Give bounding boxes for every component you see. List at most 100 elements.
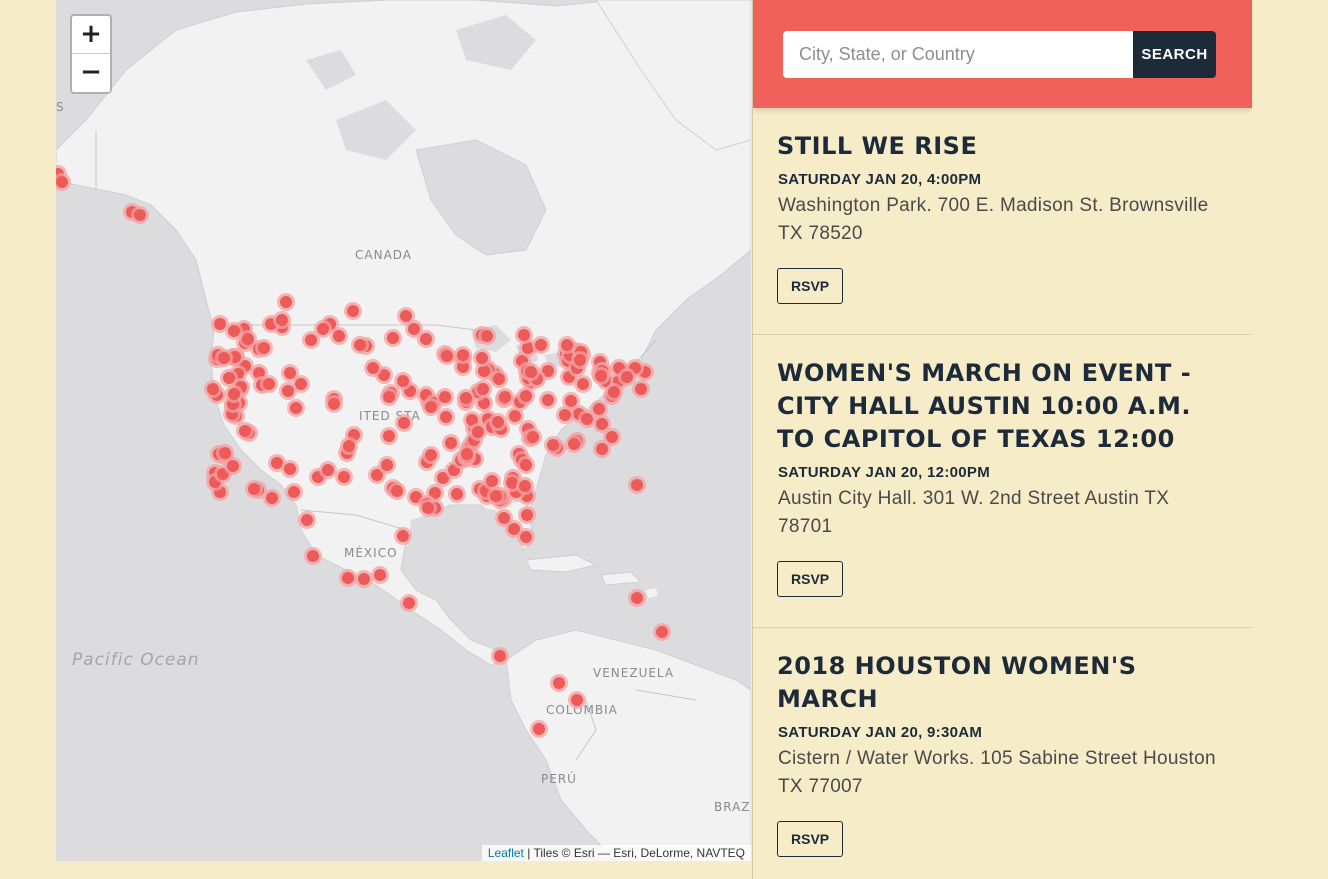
event-marker[interactable] <box>280 296 292 308</box>
event-marker[interactable] <box>343 439 356 452</box>
event-marker[interactable] <box>374 569 386 581</box>
event-marker[interactable] <box>541 393 554 406</box>
event-marker[interactable] <box>542 364 555 377</box>
event-marker[interactable] <box>263 378 275 391</box>
event-marker[interactable] <box>456 360 469 373</box>
event-marker[interactable] <box>460 448 473 461</box>
event-marker[interactable] <box>567 438 580 451</box>
event-marker[interactable] <box>270 456 283 469</box>
event-marker[interactable] <box>456 348 469 361</box>
event-marker[interactable] <box>333 329 345 342</box>
event-marker[interactable] <box>564 394 577 407</box>
event-marker[interactable] <box>656 626 668 638</box>
event-marker[interactable] <box>227 325 240 338</box>
event-marker[interactable] <box>573 354 586 367</box>
event-marker[interactable] <box>419 332 432 345</box>
event-marker[interactable] <box>390 485 403 498</box>
event-marker[interactable] <box>525 365 538 378</box>
search-input[interactable] <box>783 31 1133 78</box>
event-marker[interactable] <box>505 476 518 489</box>
event-marker[interactable] <box>428 486 441 499</box>
rsvp-button[interactable]: RSVP <box>777 268 844 304</box>
rsvp-button[interactable]: RSVP <box>777 561 844 597</box>
event-marker[interactable] <box>403 597 415 609</box>
event-marker[interactable] <box>444 437 457 450</box>
event-marker[interactable] <box>498 391 511 404</box>
event-marker[interactable] <box>404 385 417 398</box>
event-marker[interactable] <box>227 388 240 401</box>
event-marker[interactable] <box>425 401 438 414</box>
event-marker[interactable] <box>328 398 341 411</box>
event-marker[interactable] <box>213 318 226 330</box>
search-button[interactable]: SEARCH <box>1133 31 1216 78</box>
event-marker[interactable] <box>370 468 383 481</box>
event-marker[interactable] <box>222 372 235 384</box>
event-marker[interactable] <box>553 677 565 689</box>
event-marker[interactable] <box>252 367 265 380</box>
event-marker[interactable] <box>546 438 559 451</box>
event-marker[interactable] <box>283 463 296 476</box>
event-marker[interactable] <box>440 350 453 363</box>
event-marker[interactable] <box>494 650 506 662</box>
event-marker[interactable] <box>347 305 359 317</box>
event-marker[interactable] <box>134 209 146 221</box>
event-marker[interactable] <box>400 310 412 322</box>
event-marker[interactable] <box>439 411 452 424</box>
event-marker[interactable] <box>281 384 294 397</box>
event-marker[interactable] <box>216 468 229 481</box>
event-marker[interactable] <box>396 375 409 388</box>
event-marker[interactable] <box>485 475 498 488</box>
event-marker[interactable] <box>518 479 531 492</box>
event-marker[interactable] <box>382 430 395 443</box>
event-marker[interactable] <box>595 443 608 456</box>
event-marker[interactable] <box>558 409 571 422</box>
event-marker[interactable] <box>367 361 380 374</box>
event-marker[interactable] <box>631 479 643 491</box>
event-marker[interactable] <box>520 390 532 403</box>
event-marker[interactable] <box>383 390 396 403</box>
event-marker[interactable] <box>526 430 539 443</box>
event-marker[interactable] <box>535 339 548 352</box>
event-marker[interactable] <box>607 385 620 398</box>
event-marker[interactable] <box>424 449 437 461</box>
event-marker[interactable] <box>581 413 594 426</box>
event-title[interactable]: WOMEN'S MARCH ON EVENT - CITY HALL AUSTI… <box>777 357 1228 456</box>
leaflet-link[interactable]: Leaflet <box>488 846 524 860</box>
event-marker[interactable] <box>337 470 350 483</box>
event-marker[interactable] <box>508 523 521 536</box>
event-marker[interactable] <box>477 364 490 377</box>
event-marker[interactable] <box>498 512 511 525</box>
event-marker[interactable] <box>437 472 450 485</box>
event-marker[interactable] <box>571 694 583 706</box>
event-marker[interactable] <box>380 458 393 471</box>
event-marker[interactable] <box>606 430 619 443</box>
event-marker[interactable] <box>522 342 535 355</box>
event-marker[interactable] <box>288 486 301 499</box>
event-marker[interactable] <box>596 417 609 430</box>
event-marker[interactable] <box>283 367 296 380</box>
event-marker[interactable] <box>490 490 502 503</box>
event-title[interactable]: STILL WE RISE <box>777 130 1228 163</box>
event-marker[interactable] <box>342 572 354 584</box>
event-marker[interactable] <box>520 531 532 543</box>
zoom-out-button[interactable]: − <box>72 54 110 91</box>
event-marker[interactable] <box>228 351 241 364</box>
event-marker[interactable] <box>620 370 633 383</box>
event-marker[interactable] <box>520 459 533 472</box>
event-marker[interactable] <box>353 338 366 351</box>
event-marker[interactable] <box>631 592 643 604</box>
event-marker[interactable] <box>218 446 231 459</box>
event-marker[interactable] <box>521 509 534 522</box>
event-marker[interactable] <box>593 403 606 416</box>
event-marker[interactable] <box>475 351 488 364</box>
event-marker[interactable] <box>481 329 494 342</box>
event-map[interactable]: + − S CANADA ITED STA MÉXICO VENEZUELA C… <box>56 0 751 861</box>
event-marker[interactable] <box>56 176 68 188</box>
event-marker[interactable] <box>472 426 485 439</box>
event-marker[interactable] <box>275 314 288 327</box>
event-marker[interactable] <box>508 410 521 423</box>
event-marker[interactable] <box>258 341 271 354</box>
event-marker[interactable] <box>518 329 531 342</box>
event-marker[interactable] <box>218 351 231 364</box>
event-marker[interactable] <box>387 331 400 344</box>
